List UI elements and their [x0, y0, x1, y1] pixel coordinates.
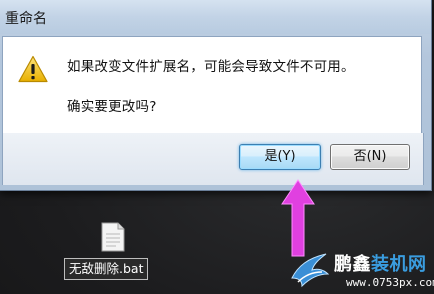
warning-message: 如果改变文件扩展名，可能会导致文件不可用。 [67, 59, 355, 75]
watermark-brand: 鹏鑫装机网 [334, 250, 427, 276]
dialog-title: 重命名 [5, 11, 47, 27]
file-name-label[interactable]: 无敌删除.bat [64, 258, 149, 280]
no-button[interactable]: 否(N) [330, 144, 410, 170]
bird-logo-icon [291, 253, 330, 288]
confirm-question: 确实要更改吗? [67, 99, 157, 115]
file-icon[interactable] [100, 222, 126, 252]
title-bar[interactable]: 重命名 [0, 0, 431, 34]
yes-button[interactable]: 是(Y) [239, 144, 321, 170]
watermark-brand-part2: 装机网 [371, 254, 427, 275]
arrow-icon [281, 179, 315, 257]
watermark-url: www.0753px.com [346, 276, 434, 289]
watermark: 鹏鑫装机网 www.0753px.com [288, 248, 434, 294]
message-area: 如果改变文件扩展名，可能会导致文件不可用。 确实要更改吗? [2, 36, 422, 134]
watermark-brand-part1: 鹏鑫 [334, 254, 371, 275]
warning-icon [18, 55, 48, 83]
